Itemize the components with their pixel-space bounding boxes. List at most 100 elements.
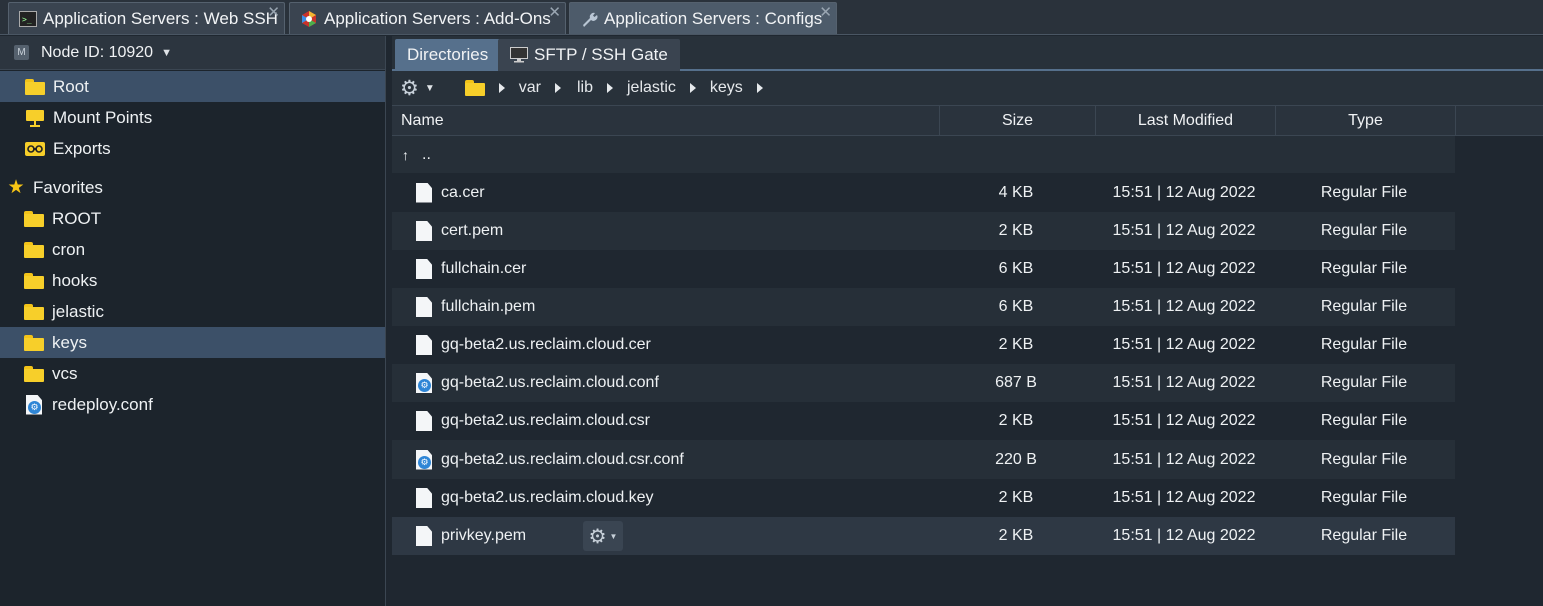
file-icon [416, 411, 432, 431]
type-cell: Regular File [1320, 374, 1408, 391]
column-label: Size [1001, 112, 1034, 129]
table-row[interactable]: ⚙ gq-beta2.us.reclaim.cloud.csr.conf 220… [392, 440, 1455, 479]
table-row[interactable]: gq-beta2.us.reclaim.cloud.key 2 KB 15:51… [392, 479, 1455, 517]
node-label: Node ID: 10920 [41, 43, 154, 61]
size-cell: 2 KB [998, 222, 1034, 239]
column-label: Last Modified [1137, 112, 1234, 129]
breadcrumb-keys[interactable]: keys [710, 79, 763, 97]
size-cell: 2 KB [998, 527, 1034, 544]
size-cell: 6 KB [998, 298, 1034, 315]
breadcrumb-root[interactable] [464, 80, 505, 96]
file-icon [416, 297, 432, 317]
tree-item-favorites[interactable]: ★ Favorites [0, 172, 385, 203]
favorite-item-root[interactable]: ROOT [0, 203, 385, 234]
close-icon[interactable]: ✕ [548, 3, 561, 21]
favorite-item-redeploy-conf[interactable]: ⚙ redeploy.conf [0, 389, 385, 420]
tab-configs[interactable]: Application Servers : Configs ✕ [569, 2, 837, 34]
up-arrow-icon: ↑ [402, 146, 409, 163]
table-row[interactable]: privkey.pem ⚙ ▼ 2 KB 15:51 | 12 Aug 2022… [392, 517, 1455, 555]
favorite-item-hooks[interactable]: hooks [0, 265, 385, 296]
table-row[interactable]: fullchain.cer 6 KB 15:51 | 12 Aug 2022 R… [392, 250, 1455, 288]
size-cell: 4 KB [998, 183, 1034, 201]
close-icon[interactable]: ✕ [267, 3, 280, 21]
column-header-size[interactable]: Size [940, 106, 1096, 136]
close-icon[interactable]: ✕ [819, 3, 832, 21]
column-header-name[interactable]: Name [392, 106, 940, 136]
table-row[interactable]: fullchain.pem 6 KB 15:51 | 12 Aug 2022 R… [392, 288, 1455, 326]
breadcrumb-separator-icon [498, 83, 505, 93]
breadcrumb-separator-icon [606, 83, 613, 93]
folder-icon [24, 303, 44, 320]
favorite-item-jelastic[interactable]: jelastic [0, 296, 385, 327]
chevron-down-icon[interactable]: ▼ [161, 47, 172, 59]
tab-label: Application Servers : Web SSH [43, 8, 278, 28]
parent-directory-row[interactable]: ↑ .. [392, 136, 1455, 173]
folder-icon [24, 334, 44, 351]
exports-icon [25, 140, 45, 157]
file-icon [416, 488, 432, 508]
column-label: Type [1348, 112, 1383, 129]
name-cell: gq-beta2.us.reclaim.cloud.csr [416, 402, 650, 440]
left-tree-panel: M Node ID: 10920 ▼ Root Mount Points Exp… [0, 36, 386, 606]
file-name: gq-beta2.us.reclaim.cloud.cer [441, 336, 651, 353]
breadcrumb-var[interactable]: var [519, 79, 561, 97]
terminal-icon: >_ [19, 10, 37, 28]
type-cell: Regular File [1320, 260, 1408, 277]
modified-cell: 15:51 | 12 Aug 2022 [1112, 298, 1256, 315]
name-cell: fullchain.cer [416, 250, 526, 288]
settings-menu-button[interactable]: ⚙ ▼ [400, 76, 435, 101]
folder-icon [25, 78, 45, 95]
folder-icon [24, 272, 44, 289]
file-icon [416, 259, 432, 279]
breadcrumb-label: jelastic [626, 79, 676, 96]
tab-add-ons[interactable]: Application Servers : Add-Ons ✕ [289, 2, 566, 34]
tree-item-root[interactable]: Root [0, 71, 385, 102]
node-selector[interactable]: M Node ID: 10920 ▼ [0, 36, 385, 70]
file-table-header: Name Size Last Modified Type [392, 106, 1543, 136]
favorite-item-cron[interactable]: cron [0, 234, 385, 265]
favorite-item-keys[interactable]: keys [0, 327, 385, 358]
table-row[interactable]: gq-beta2.us.reclaim.cloud.cer 2 KB 15:51… [392, 326, 1455, 364]
name-cell: gq-beta2.us.reclaim.cloud.key [416, 479, 654, 517]
breadcrumb-separator-icon [689, 83, 696, 93]
tree-item-label: jelastic [52, 301, 104, 321]
name-cell: gq-beta2.us.reclaim.cloud.cer [416, 326, 651, 364]
size-cell: 2 KB [998, 412, 1034, 429]
row-actions-button[interactable]: ⚙ ▼ [583, 521, 623, 551]
modified-cell: 15:51 | 12 Aug 2022 [1112, 527, 1256, 544]
breadcrumb-jelastic[interactable]: jelastic [627, 79, 696, 97]
name-cell: cert.pem [416, 212, 503, 250]
monitor-icon [510, 47, 528, 63]
name-cell: ⚙ gq-beta2.us.reclaim.cloud.conf [416, 364, 659, 402]
folder-icon [24, 241, 44, 258]
table-row[interactable]: ⚙ gq-beta2.us.reclaim.cloud.conf 687 B 1… [392, 364, 1455, 402]
tree-item-label: keys [52, 332, 87, 352]
table-row[interactable]: cert.pem 2 KB 15:51 | 12 Aug 2022 Regula… [392, 212, 1455, 250]
config-file-icon: ⚙ [416, 449, 432, 470]
breadcrumb-separator-icon [756, 83, 763, 93]
modified-cell: 15:51 | 12 Aug 2022 [1112, 489, 1256, 506]
table-row[interactable]: gq-beta2.us.reclaim.cloud.csr 2 KB 15:51… [392, 402, 1455, 440]
table-row[interactable]: ca.cer 4 KB 15:51 | 12 Aug 2022 Regular … [392, 173, 1455, 212]
tree-item-label: ROOT [52, 208, 102, 228]
column-header-type[interactable]: Type [1276, 106, 1456, 136]
breadcrumb-separator-icon [554, 83, 561, 93]
gear-icon: ⚙ [588, 525, 607, 548]
file-icon [416, 221, 432, 241]
tab-label: SFTP / SSH Gate [534, 45, 668, 64]
tab-directories[interactable]: Directories [395, 39, 501, 71]
favorite-item-vcs[interactable]: vcs [0, 358, 385, 389]
modified-cell: 15:51 | 12 Aug 2022 [1112, 336, 1256, 353]
tab-web-ssh[interactable]: >_ Application Servers : Web SSH ✕ [8, 2, 285, 34]
tree-item-label: Favorites [33, 177, 103, 197]
breadcrumb-lib[interactable]: lib [577, 79, 613, 97]
config-file-icon: ⚙ [416, 373, 432, 393]
tab-sftp-ssh-gate[interactable]: SFTP / SSH Gate [498, 39, 680, 71]
tree-item-label: redeploy.conf [52, 394, 153, 414]
tree-item-mount-points[interactable]: Mount Points [0, 102, 385, 133]
chevron-down-icon: ▼ [609, 531, 618, 541]
tree-item-exports[interactable]: Exports [0, 133, 385, 164]
breadcrumb-label: var [518, 79, 541, 96]
type-cell: Regular File [1320, 336, 1408, 353]
column-header-last-modified[interactable]: Last Modified [1096, 106, 1276, 136]
